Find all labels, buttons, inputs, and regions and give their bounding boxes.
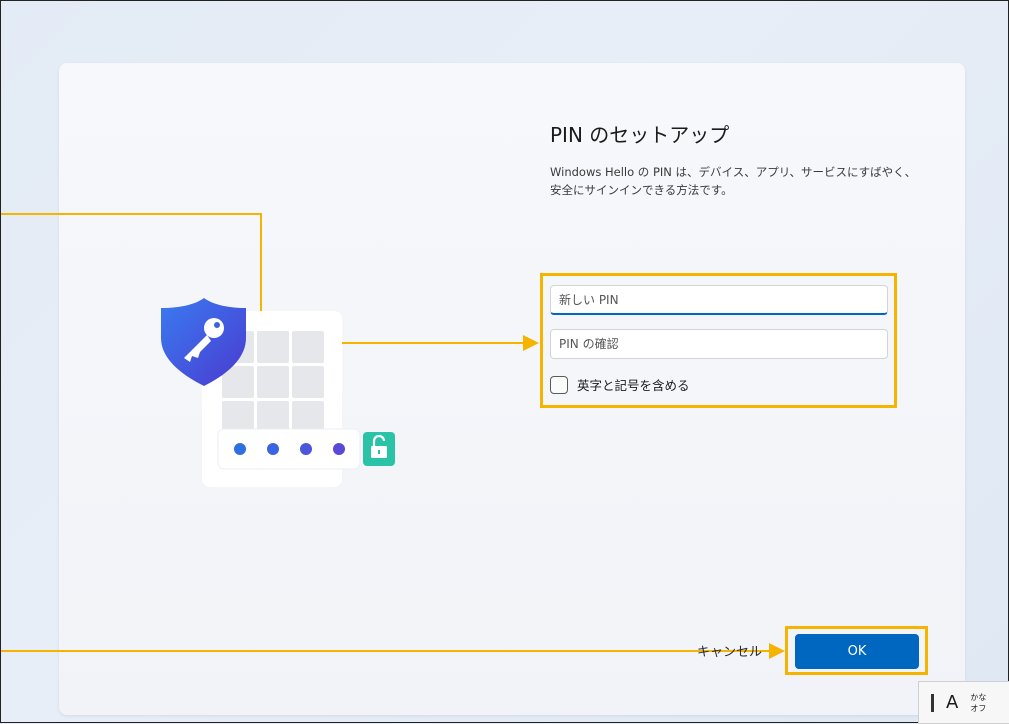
include-letters-label: 英字と記号を含める xyxy=(577,378,690,393)
pin-entry-bar xyxy=(217,428,361,470)
ime-toolbar[interactable]: A かな オフ xyxy=(918,681,1009,724)
new-pin-input[interactable] xyxy=(550,285,888,315)
unlocked-padlock-icon xyxy=(363,432,395,466)
pin-dot xyxy=(300,443,312,455)
confirm-pin-input[interactable] xyxy=(550,329,888,359)
include-letters-option[interactable]: 英字と記号を含める xyxy=(550,375,690,394)
pin-dot xyxy=(234,443,246,455)
ime-input-mode[interactable]: A xyxy=(946,692,958,713)
callout-line-bottom xyxy=(1,650,771,652)
callout-arrow-to-ok-icon xyxy=(769,643,785,659)
callout-line-top-horizontal xyxy=(1,213,262,215)
page-title: PIN のセットアップ xyxy=(550,123,730,147)
include-letters-checkbox[interactable] xyxy=(550,375,568,394)
pin-illustration xyxy=(161,298,395,487)
ime-kana-toggle[interactable]: かな オフ xyxy=(970,692,986,714)
ime-grip-handle[interactable] xyxy=(931,693,934,712)
pin-dot xyxy=(333,443,345,455)
page-description: Windows Hello の PIN は、デバイス、アプリ、サービスにすばやく… xyxy=(550,165,917,197)
cancel-button[interactable]: キャンセル xyxy=(697,641,762,660)
ok-button[interactable]: OK xyxy=(795,634,919,669)
callout-arrow-to-form-icon xyxy=(523,335,539,351)
pin-dot xyxy=(267,443,279,455)
